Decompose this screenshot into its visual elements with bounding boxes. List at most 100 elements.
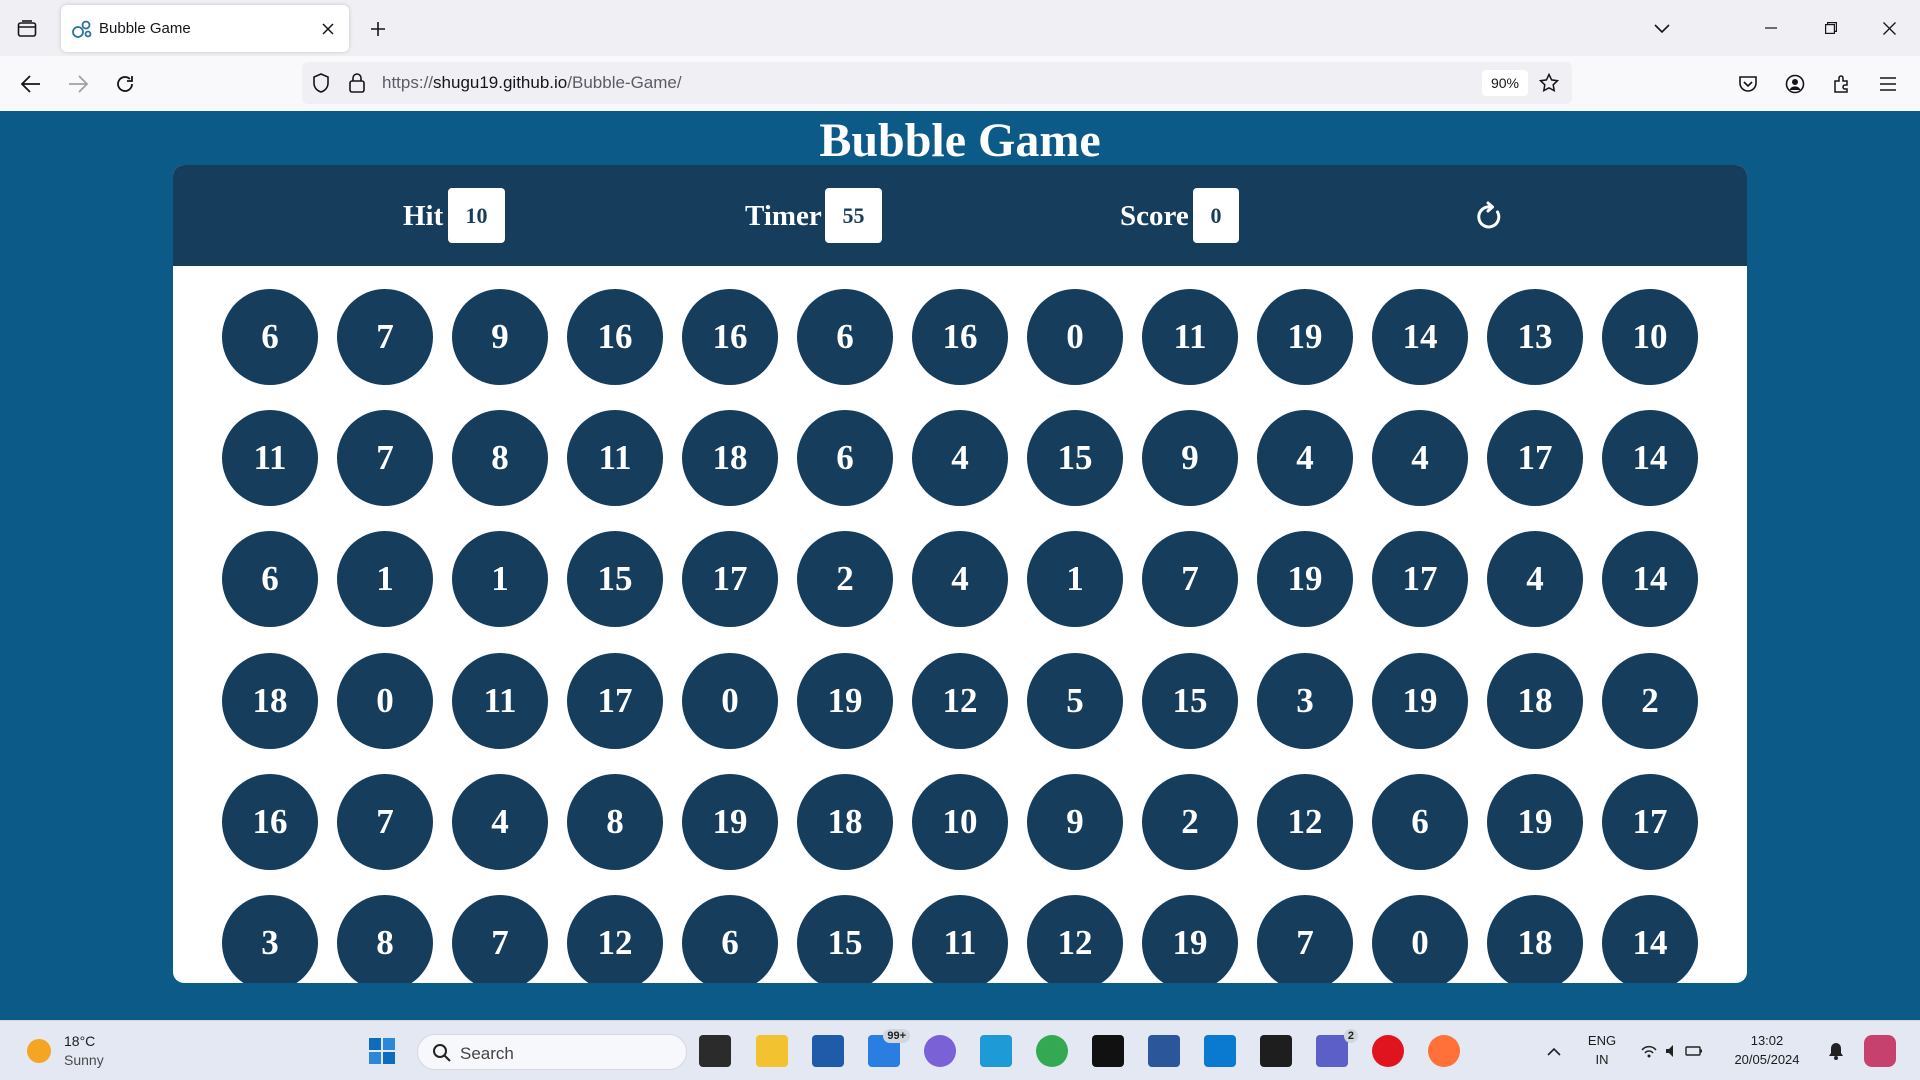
close-window-icon[interactable] — [1866, 8, 1912, 48]
bubble[interactable]: 19 — [1257, 289, 1353, 385]
bubble[interactable]: 14 — [1372, 289, 1468, 385]
new-tab-icon[interactable] — [363, 14, 393, 44]
prime-video-icon[interactable] — [980, 1035, 1012, 1067]
bubble[interactable]: 15 — [1027, 410, 1123, 507]
pocket-icon[interactable] — [1732, 68, 1764, 100]
bubble[interactable]: 7 — [1257, 894, 1353, 983]
bubble[interactable]: 18 — [222, 652, 318, 749]
bubble[interactable]: 19 — [1142, 894, 1238, 983]
chevron-up-icon[interactable] — [1538, 1035, 1570, 1067]
bubble[interactable]: 12 — [1027, 894, 1123, 983]
bubble[interactable]: 1 — [1027, 531, 1123, 628]
bubble[interactable]: 14 — [1602, 894, 1698, 983]
shield-icon[interactable] — [310, 72, 332, 94]
bubble[interactable]: 18 — [1487, 894, 1583, 983]
bubble[interactable]: 11 — [567, 410, 663, 507]
bubble[interactable]: 4 — [912, 531, 1008, 628]
bubble[interactable]: 19 — [1257, 531, 1353, 628]
task-view-icon[interactable] — [699, 1035, 731, 1067]
bubble[interactable]: 17 — [682, 531, 778, 628]
file-explorer-icon[interactable] — [756, 1035, 788, 1067]
bubble[interactable]: 10 — [1602, 289, 1698, 385]
bubble[interactable]: 7 — [337, 289, 433, 385]
close-tab-icon[interactable] — [317, 18, 339, 40]
bubble[interactable]: 16 — [682, 289, 778, 385]
bubble[interactable]: 2 — [797, 531, 893, 628]
bubble[interactable]: 4 — [1257, 410, 1353, 507]
bubble[interactable]: 7 — [337, 773, 433, 870]
bubble[interactable]: 4 — [1487, 531, 1583, 628]
bubble[interactable]: 8 — [337, 894, 433, 983]
opera-icon[interactable] — [1372, 1035, 1404, 1067]
bubble[interactable]: 12 — [1257, 773, 1353, 870]
notification-bell-icon[interactable] — [1820, 1035, 1852, 1067]
bookmark-star-icon[interactable] — [1538, 72, 1560, 94]
bubble[interactable]: 4 — [1372, 410, 1468, 507]
bubble[interactable]: 6 — [1372, 773, 1468, 870]
bubble[interactable]: 19 — [1372, 652, 1468, 749]
bubble[interactable]: 7 — [337, 410, 433, 507]
bubble[interactable]: 15 — [567, 531, 663, 628]
bubble[interactable]: 9 — [1027, 773, 1123, 870]
mail-icon[interactable]: 99+ — [868, 1029, 910, 1067]
bubble[interactable]: 16 — [222, 773, 318, 870]
store-icon[interactable] — [812, 1035, 844, 1067]
bubble[interactable]: 17 — [1487, 410, 1583, 507]
bubble[interactable]: 17 — [1602, 773, 1698, 870]
bubble[interactable]: 4 — [452, 773, 548, 870]
bubble[interactable]: 1 — [452, 531, 548, 628]
chevron-down-icon[interactable] — [1646, 14, 1678, 44]
sun-icon[interactable] — [27, 1039, 51, 1063]
restore-icon[interactable] — [1808, 8, 1854, 48]
bubble[interactable]: 11 — [452, 652, 548, 749]
tab-list-icon[interactable] — [12, 14, 42, 44]
bubble[interactable]: 6 — [797, 410, 893, 507]
bubble[interactable]: 7 — [1142, 531, 1238, 628]
bubble[interactable]: 0 — [1027, 289, 1123, 385]
account-icon[interactable] — [1779, 68, 1811, 100]
minimize-icon[interactable] — [1748, 8, 1794, 48]
bubble[interactable]: 12 — [567, 894, 663, 983]
bubble[interactable]: 13 — [1487, 289, 1583, 385]
language-bottom[interactable]: IN — [1583, 1052, 1621, 1067]
zoom-level-badge[interactable]: 90% — [1482, 70, 1528, 96]
bubble[interactable]: 2 — [1142, 773, 1238, 870]
bubble[interactable]: 10 — [912, 773, 1008, 870]
taskbar-search[interactable]: Search — [417, 1034, 687, 1070]
hamburger-menu-icon[interactable] — [1872, 68, 1904, 100]
language-top[interactable]: ENG — [1583, 1033, 1621, 1048]
bubble[interactable]: 3 — [1257, 652, 1353, 749]
bubble[interactable]: 0 — [682, 652, 778, 749]
bubble[interactable]: 8 — [452, 410, 548, 507]
bubble[interactable]: 19 — [1487, 773, 1583, 870]
word-icon[interactable] — [1148, 1035, 1180, 1067]
bubble[interactable]: 11 — [222, 410, 318, 507]
lock-icon[interactable] — [346, 72, 368, 94]
bubble[interactable]: 12 — [912, 652, 1008, 749]
bubble[interactable]: 16 — [912, 289, 1008, 385]
bubble[interactable]: 6 — [222, 289, 318, 385]
reload-icon[interactable] — [109, 68, 141, 100]
vscode-icon[interactable] — [1204, 1035, 1236, 1067]
bubble[interactable]: 19 — [682, 773, 778, 870]
bubble[interactable]: 17 — [567, 652, 663, 749]
weather-description[interactable]: Sunny — [64, 1052, 104, 1068]
bubble[interactable]: 5 — [1027, 652, 1123, 749]
bubble[interactable]: 11 — [912, 894, 1008, 983]
weather-temperature[interactable]: 18°C — [64, 1033, 95, 1049]
bubble[interactable]: 18 — [682, 410, 778, 507]
bubble[interactable]: 2 — [1602, 652, 1698, 749]
terminal-icon[interactable] — [1260, 1035, 1292, 1067]
bubble[interactable]: 0 — [337, 652, 433, 749]
bubble[interactable]: 15 — [797, 894, 893, 983]
forward-arrow-icon[interactable] — [62, 68, 94, 100]
bubble[interactable]: 11 — [1142, 289, 1238, 385]
address-bar[interactable]: https://shugu19.github.io/Bubble-Game/ 9… — [302, 62, 1572, 104]
firefox-icon[interactable] — [1428, 1035, 1460, 1067]
bubble[interactable]: 3 — [222, 894, 318, 983]
bubble[interactable]: 9 — [452, 289, 548, 385]
bubble[interactable]: 6 — [682, 894, 778, 983]
bubble[interactable]: 8 — [567, 773, 663, 870]
clock-time[interactable]: 13:02 — [1722, 1033, 1812, 1048]
bubble[interactable]: 15 — [1142, 652, 1238, 749]
